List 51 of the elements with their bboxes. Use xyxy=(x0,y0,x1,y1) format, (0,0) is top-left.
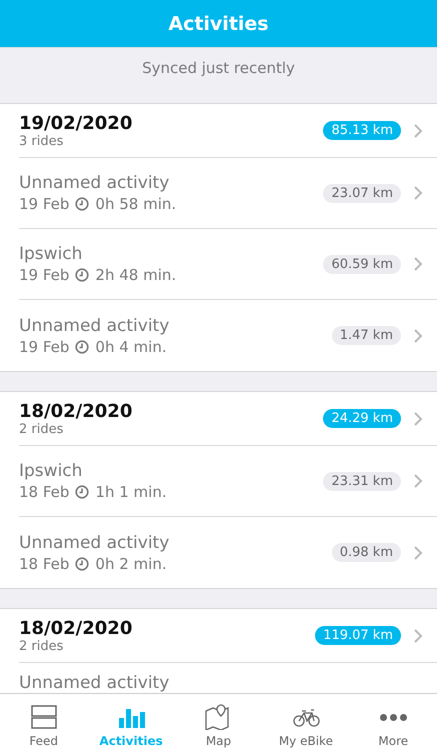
tab[interactable]: Feed xyxy=(0,694,88,750)
activity-distance: 0.98 km xyxy=(332,543,401,562)
tab[interactable]: My eBike xyxy=(262,694,350,750)
day-distance: 24.29 km xyxy=(323,409,401,428)
day-date: 18/02/2020 xyxy=(19,400,134,422)
sync-status: Synced just recently xyxy=(142,59,295,79)
activity-date: 19 Feb xyxy=(19,266,70,284)
more-icon xyxy=(380,714,407,721)
clock-icon xyxy=(75,485,90,499)
chevron-icon xyxy=(413,185,423,201)
clock-icon xyxy=(75,197,90,211)
tab[interactable]: More xyxy=(350,694,437,750)
chevron-icon xyxy=(413,410,423,426)
activity-name: Ipswich xyxy=(19,244,84,264)
chevron-icon xyxy=(413,473,423,489)
activity-name: Unnamed activity xyxy=(19,173,170,193)
activity-distance: 23.07 km xyxy=(323,184,401,202)
activity-name: Unnamed activity xyxy=(19,316,170,336)
chevron-icon xyxy=(413,122,423,138)
activity-duration: 2h 48 min. xyxy=(95,266,176,284)
activity-distance: 1.47 km xyxy=(332,326,401,345)
ride-count: 2 rides xyxy=(19,422,64,436)
day-distance: 85.13 km xyxy=(323,121,401,140)
activity-name: Unnamed activity xyxy=(19,673,170,693)
ride-count: 3 rides xyxy=(19,134,64,148)
chevron-icon xyxy=(413,628,423,644)
activity-distance: 23.31 km xyxy=(323,472,401,490)
activity-date: 19 Feb xyxy=(19,338,70,356)
chevron-icon xyxy=(413,328,423,344)
day-distance: 119.07 km xyxy=(315,626,401,645)
clock-icon xyxy=(75,268,90,282)
activity-name: Unnamed activity xyxy=(19,532,170,552)
clock-icon xyxy=(75,340,90,354)
activity-date: 18 Feb xyxy=(19,483,70,501)
screen-title: Activities xyxy=(168,12,269,34)
tab[interactable]: Map xyxy=(174,694,262,750)
activity-duration: 0h 58 min. xyxy=(95,195,176,213)
activity-date: 18 Feb xyxy=(19,554,70,572)
activity-duration: 0h 4 min. xyxy=(95,338,167,356)
activity-name: Ipswich xyxy=(19,461,84,481)
chevron-icon xyxy=(413,256,423,272)
feed-icon xyxy=(28,704,59,730)
activity-duration: 1h 1 min. xyxy=(95,483,167,501)
activity-distance: 60.59 km xyxy=(323,254,401,274)
activity-duration: 0h 2 min. xyxy=(95,554,167,572)
chevron-icon xyxy=(413,544,423,560)
ride-count: 2 rides xyxy=(19,638,64,654)
day-date: 19/02/2020 xyxy=(19,112,134,134)
day-date: 18/02/2020 xyxy=(19,618,134,638)
clock-icon xyxy=(75,556,90,570)
activity-date: 19 Feb xyxy=(19,195,70,213)
